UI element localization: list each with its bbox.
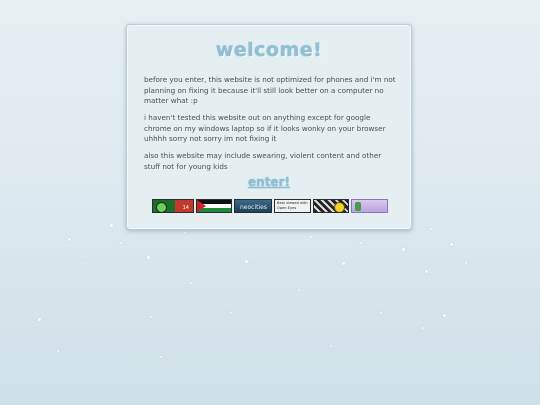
welcome-dialog: welcome! before you enter, this website … bbox=[126, 24, 412, 230]
content-warning-text: also this website may include swearing, … bbox=[144, 151, 382, 171]
palestine-flag-badge[interactable] bbox=[196, 199, 232, 213]
neocities-badge-text: neocities bbox=[240, 204, 267, 211]
frog-icon bbox=[156, 202, 167, 212]
enter-link[interactable]: enter! bbox=[127, 175, 411, 189]
frog-badge[interactable]: 14 bbox=[152, 199, 194, 213]
purple-badge[interactable] bbox=[351, 199, 388, 213]
neocities-badge[interactable]: neocities bbox=[234, 199, 272, 213]
smiley-badge[interactable] bbox=[313, 199, 349, 213]
phone-warning-text: before you enter, this website is not op… bbox=[144, 75, 396, 106]
figure-icon bbox=[355, 202, 361, 211]
flag-triangle-icon bbox=[197, 200, 206, 212]
browser-warning-text: i haven't tested this website out on any… bbox=[144, 113, 386, 144]
opera-badge[interactable]: Best viewed with Open Eyes bbox=[274, 199, 311, 213]
frog-badge-text: 14 bbox=[182, 205, 189, 211]
welcome-title: welcome! bbox=[215, 39, 323, 61]
opera-badge-text: Best viewed with Open Eyes bbox=[277, 201, 308, 210]
smiley-icon bbox=[334, 202, 345, 212]
